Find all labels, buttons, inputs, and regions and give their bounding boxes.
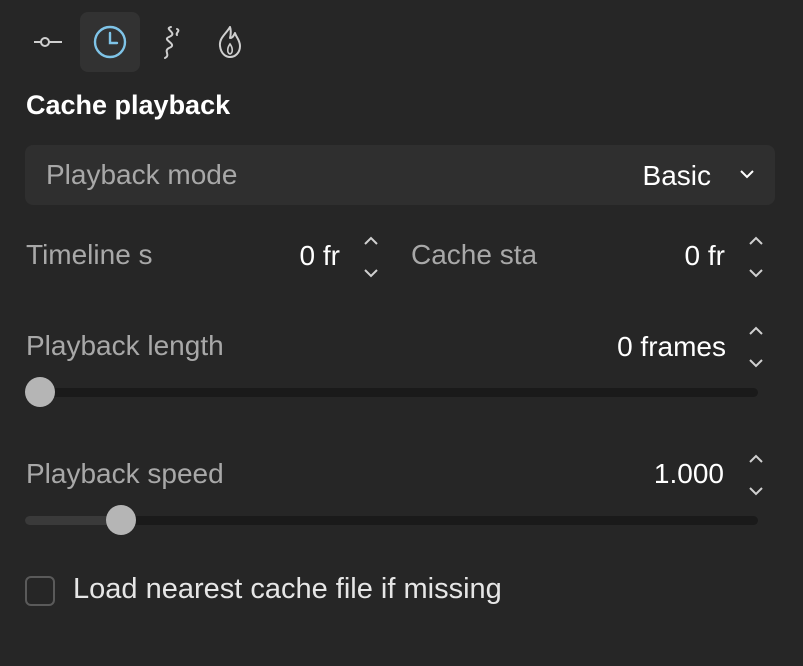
playback-length-field[interactable]: 0 frames: [617, 331, 726, 363]
tab-connector[interactable]: [20, 12, 80, 72]
playback-speed-label: Playback speed: [26, 458, 224, 489]
smoke-icon: [155, 24, 185, 60]
connector-icon: [30, 32, 70, 52]
cache-start-label: Cache sta: [411, 239, 538, 270]
slider-thumb[interactable]: [105, 505, 136, 535]
cache-start-stepper[interactable]: [746, 234, 766, 280]
clock-icon: [92, 24, 128, 60]
playback-length-slider[interactable]: [25, 377, 758, 407]
tab-bar: [20, 12, 260, 72]
playback-length-stepper[interactable]: [746, 324, 766, 370]
timeline-start-field[interactable]: 0 fr: [300, 240, 340, 272]
playback-speed-slider[interactable]: [25, 505, 758, 535]
playback-length-label: Playback length: [26, 330, 224, 361]
section-title: Cache playback: [26, 90, 231, 120]
load-nearest-label[interactable]: Load nearest cache file if missing: [73, 573, 502, 606]
timeline-start-label: Timeline s: [26, 239, 153, 270]
timeline-start-stepper[interactable]: [361, 234, 381, 280]
slider-thumb[interactable]: [25, 377, 55, 407]
playback-speed-field[interactable]: 1.000: [654, 458, 724, 490]
flame-icon: [216, 24, 244, 60]
chevron-down-icon: [739, 167, 755, 185]
tab-fire[interactable]: [200, 12, 260, 72]
load-nearest-checkbox[interactable]: [25, 576, 55, 606]
playback-mode-value: Basic: [642, 160, 711, 191]
cache-start-field[interactable]: 0 fr: [685, 240, 725, 272]
playback-mode-dropdown[interactable]: Playback mode Basic: [25, 145, 775, 205]
playback-speed-stepper[interactable]: [746, 452, 766, 498]
playback-mode-label: Playback mode: [46, 159, 238, 190]
tab-cache[interactable]: [80, 12, 140, 72]
tab-smoke[interactable]: [140, 12, 200, 72]
